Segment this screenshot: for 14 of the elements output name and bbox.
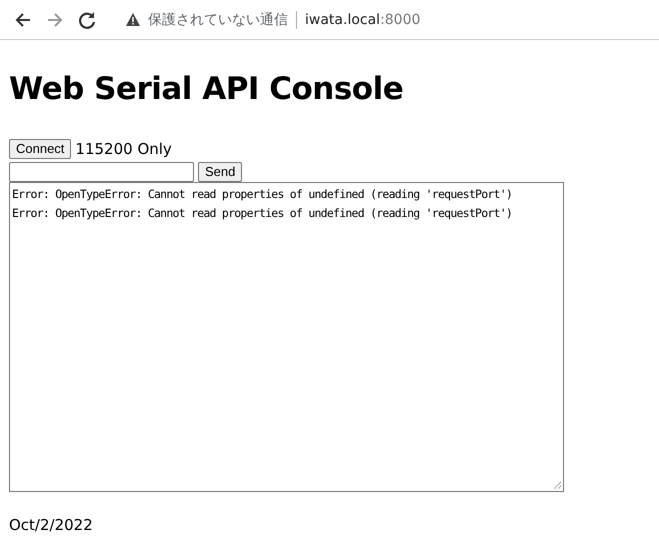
date-text: Oct/2/2022 <box>9 516 94 534</box>
console-line: Error: OpenTypeError: Cannot read properties of undefined (reading 'requestPort') <box>12 205 514 222</box>
console-line: Error: OpenTypeError: Cannot read properties of undefined (reading 'requestPort') <box>12 186 514 203</box>
console-output[interactable]: Error: OpenTypeError: Cannot read properties of undefined (reading 'requestPort') Error: OpenTypeError: Cannot read properties of undefined (reading 'requestPort') <box>9 182 564 492</box>
baud-note: 115200 Only <box>75 140 172 158</box>
url-port: :8000 <box>380 12 420 28</box>
url-host: iwata.local <box>305 12 380 28</box>
security-label: 保護されていない通信 <box>148 10 288 28</box>
connect-button[interactable]: Connect <box>9 138 72 158</box>
resize-grip-icon[interactable] <box>552 480 562 490</box>
warning-icon[interactable] <box>126 13 140 26</box>
send-field[interactable] <box>9 162 194 182</box>
send-button[interactable]: Send <box>198 162 242 182</box>
page-title: Web Serial API Console <box>9 70 404 108</box>
